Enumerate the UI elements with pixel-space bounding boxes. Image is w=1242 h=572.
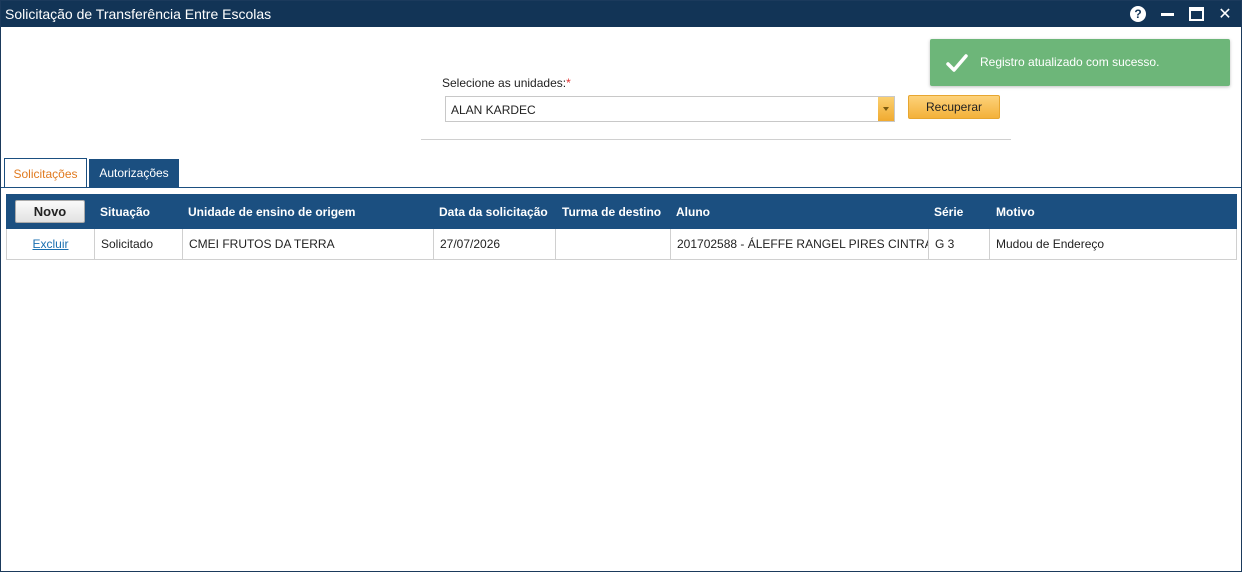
close-icon[interactable]: ✕ bbox=[1216, 5, 1234, 23]
unit-dropdown-value: ALAN KARDEC bbox=[451, 103, 536, 117]
delete-link[interactable]: Excluir bbox=[32, 237, 68, 251]
column-header-unidade[interactable]: Unidade de ensino de origem bbox=[188, 205, 355, 219]
chevron-down-icon[interactable] bbox=[878, 97, 894, 121]
success-toast: Registro atualizado com sucesso. bbox=[930, 39, 1230, 86]
target-class-cell bbox=[556, 229, 671, 259]
unit-dropdown[interactable]: ALAN KARDEC bbox=[445, 96, 895, 122]
maximize-icon[interactable] bbox=[1187, 5, 1205, 23]
title-bar: Solicitação de Transferência Entre Escol… bbox=[1, 1, 1241, 27]
checkmark-icon bbox=[946, 54, 968, 72]
window-title: Solicitação de Transferência Entre Escol… bbox=[5, 6, 272, 22]
column-header-data[interactable]: Data da solicitação bbox=[439, 205, 548, 219]
tab-solicitacoes[interactable]: Solicitações bbox=[4, 158, 87, 188]
unit-label-text: Selecione as unidades: bbox=[442, 76, 567, 90]
column-header-turma[interactable]: Turma de destino bbox=[562, 205, 661, 219]
column-header-serie[interactable]: Série bbox=[934, 205, 963, 219]
tab-bar: Solicitações Autorizações bbox=[1, 158, 1241, 188]
tab-autorizacoes[interactable]: Autorizações bbox=[89, 159, 179, 187]
reason-cell: Mudou de Endereço bbox=[996, 237, 1105, 251]
recover-button[interactable]: Recuperar bbox=[908, 95, 1000, 119]
requests-table: Novo Situação Unidade de ensino de orige… bbox=[6, 194, 1237, 260]
app-window: Solicitação de Transferência Entre Escol… bbox=[0, 0, 1242, 572]
filter-divider bbox=[421, 139, 1011, 140]
column-header-aluno[interactable]: Aluno bbox=[676, 205, 710, 219]
column-header-motivo[interactable]: Motivo bbox=[996, 205, 1035, 219]
column-header-situacao[interactable]: Situação bbox=[100, 205, 150, 219]
date-cell: 27/07/2026 bbox=[434, 229, 556, 259]
help-icon[interactable]: ? bbox=[1129, 5, 1147, 23]
action-cell: Excluir bbox=[7, 229, 95, 259]
status-cell: Solicitado bbox=[95, 229, 183, 259]
origin-unit-cell: CMEI FRUTOS DA TERRA bbox=[183, 229, 434, 259]
student-cell: 201702588 - ÁLEFFE RANGEL PIRES CINTRA bbox=[671, 229, 929, 259]
toast-message: Registro atualizado com sucesso. bbox=[980, 55, 1160, 69]
new-button[interactable]: Novo bbox=[15, 200, 85, 223]
required-mark: * bbox=[566, 76, 571, 90]
table-header: Novo Situação Unidade de ensino de orige… bbox=[6, 194, 1237, 229]
unit-select-label: Selecione as unidades:* bbox=[442, 76, 571, 90]
grade-cell: G 3 bbox=[929, 229, 990, 259]
minimize-icon[interactable] bbox=[1158, 5, 1176, 23]
table-row: Excluir Solicitado CMEI FRUTOS DA TERRA … bbox=[6, 229, 1237, 260]
help-glyph: ? bbox=[1130, 6, 1146, 22]
tab-underline bbox=[1, 187, 1241, 188]
